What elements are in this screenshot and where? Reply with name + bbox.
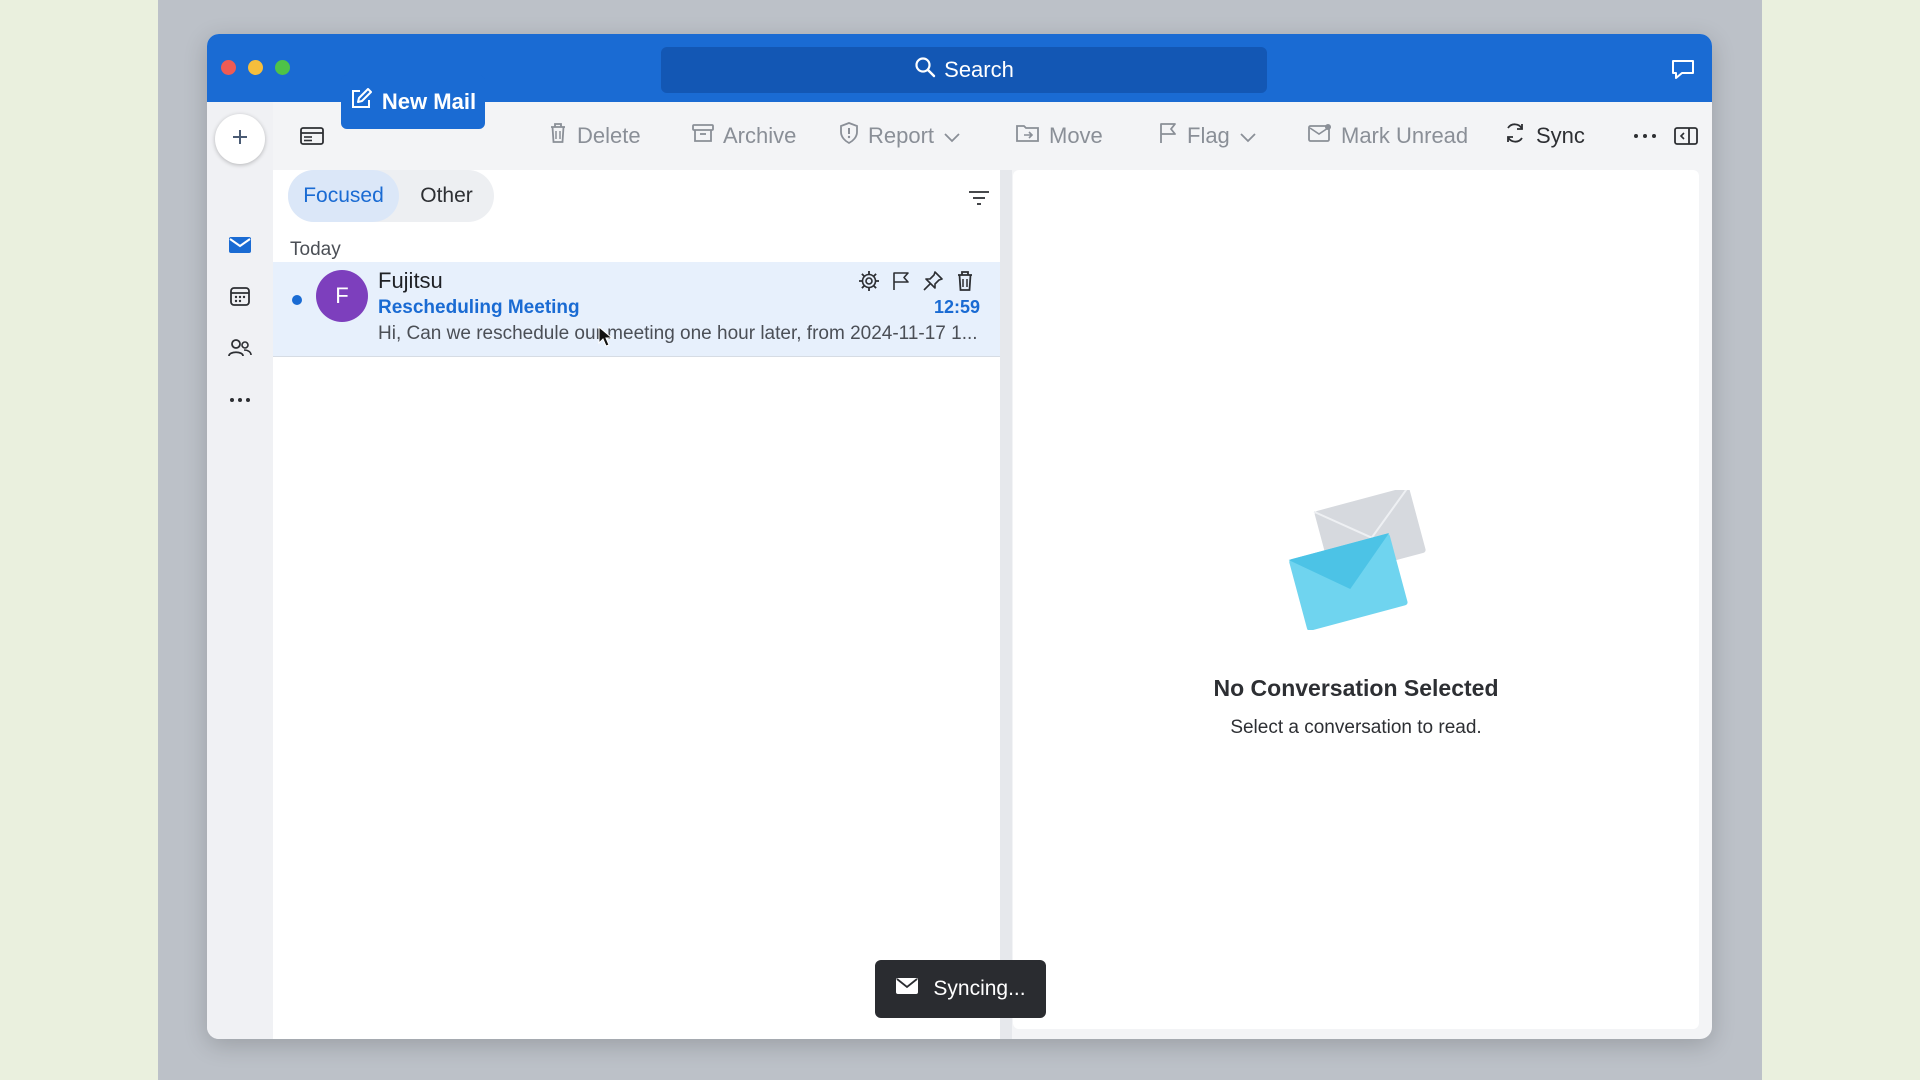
left-background: [0, 0, 158, 1080]
compose-icon: [350, 88, 372, 116]
flag-icon[interactable]: [890, 270, 912, 292]
mail-window: Search Delete Archive Report Move Flag M…: [207, 34, 1712, 1039]
search-label: Search: [944, 57, 1014, 82]
empty-state-subtitle: Select a conversation to read.: [1230, 717, 1482, 738]
row-actions: [858, 270, 976, 292]
people-icon[interactable]: [227, 335, 253, 361]
shield-icon: [839, 122, 859, 150]
more-icon[interactable]: [1633, 102, 1657, 170]
trash-icon: [548, 122, 568, 150]
minimize-window-button[interactable]: [248, 60, 263, 75]
mouse-cursor: [598, 325, 614, 353]
message-time: 12:59: [933, 297, 980, 317]
new-mail-button[interactable]: New Mail: [341, 75, 485, 129]
sync-label: Sync: [1536, 123, 1585, 148]
flag-label: Flag: [1187, 123, 1230, 148]
plus-icon: [230, 127, 250, 152]
syncing-toast: Syncing...: [875, 960, 1046, 1018]
right-background: [1762, 0, 1920, 1080]
pin-icon[interactable]: [922, 270, 944, 292]
empty-state-title: No Conversation Selected: [1213, 675, 1499, 701]
envelope-illustration: [1283, 485, 1433, 635]
more-apps-icon[interactable]: [227, 387, 253, 413]
sidebar-toggle-icon[interactable]: [300, 102, 324, 170]
sync-button[interactable]: Sync: [1503, 102, 1585, 170]
delete-button[interactable]: Delete: [548, 102, 641, 170]
folder-move-icon: [1016, 123, 1040, 149]
nav-rail: [207, 102, 273, 1039]
flag-button[interactable]: Flag: [1158, 102, 1257, 170]
move-button[interactable]: Move: [1016, 102, 1103, 170]
filter-icon[interactable]: [968, 190, 990, 211]
maximize-window-button[interactable]: [275, 60, 290, 75]
envelope-icon: [1308, 123, 1332, 149]
move-label: Move: [1049, 123, 1103, 148]
toolbar: Delete Archive Report Move Flag Mark Unr…: [273, 102, 1712, 170]
report-label: Report: [868, 123, 935, 148]
archive-button[interactable]: Archive: [692, 102, 796, 170]
trash-icon[interactable]: [954, 270, 976, 292]
toast-text: Syncing...: [933, 977, 1026, 1000]
mail-icon: [895, 977, 919, 1001]
chevron-down-icon: [1239, 123, 1257, 149]
gear-icon[interactable]: [858, 270, 880, 292]
message-row[interactable]: F Fujitsu Rescheduling Meeting Hi, Can w…: [273, 262, 1000, 357]
tab-other[interactable]: Other: [399, 170, 494, 222]
report-button[interactable]: Report: [839, 102, 961, 170]
archive-icon: [692, 123, 714, 149]
pane-divider[interactable]: [1000, 170, 1012, 1039]
new-mail-label: New Mail: [381, 89, 477, 114]
tab-focused[interactable]: Focused: [288, 170, 399, 222]
mail-icon[interactable]: [227, 232, 253, 258]
inbox-tabs: Focused Other: [288, 170, 494, 222]
add-account-button[interactable]: [215, 114, 265, 164]
archive-label: Archive: [723, 123, 797, 148]
delete-label: Delete: [577, 123, 641, 148]
message-sender: Fujitsu: [378, 268, 443, 293]
mark-unread-button[interactable]: Mark Unread: [1308, 102, 1468, 170]
chevron-down-icon: [943, 123, 961, 149]
search-icon: [914, 56, 936, 84]
flag-icon: [1158, 122, 1178, 150]
search-box[interactable]: Search: [661, 47, 1267, 93]
calendar-icon[interactable]: [227, 283, 253, 309]
panel-icon[interactable]: [1674, 102, 1698, 170]
avatar: F: [316, 270, 368, 322]
sync-icon: [1503, 121, 1527, 151]
message-preview: Hi, Can we reschedule our meeting one ho…: [378, 323, 978, 344]
reading-pane: No Conversation Selected Select a conver…: [1013, 170, 1699, 1029]
group-label-today: Today: [290, 239, 341, 260]
message-subject: Rescheduling Meeting: [378, 297, 580, 318]
mark-unread-label: Mark Unread: [1341, 123, 1469, 148]
unread-indicator: [292, 295, 302, 305]
close-window-button[interactable]: [221, 60, 236, 75]
megaphone-icon[interactable]: [1670, 56, 1696, 85]
message-list-pane: Focused Other Today F Fujitsu Rescheduli…: [273, 170, 1000, 1039]
